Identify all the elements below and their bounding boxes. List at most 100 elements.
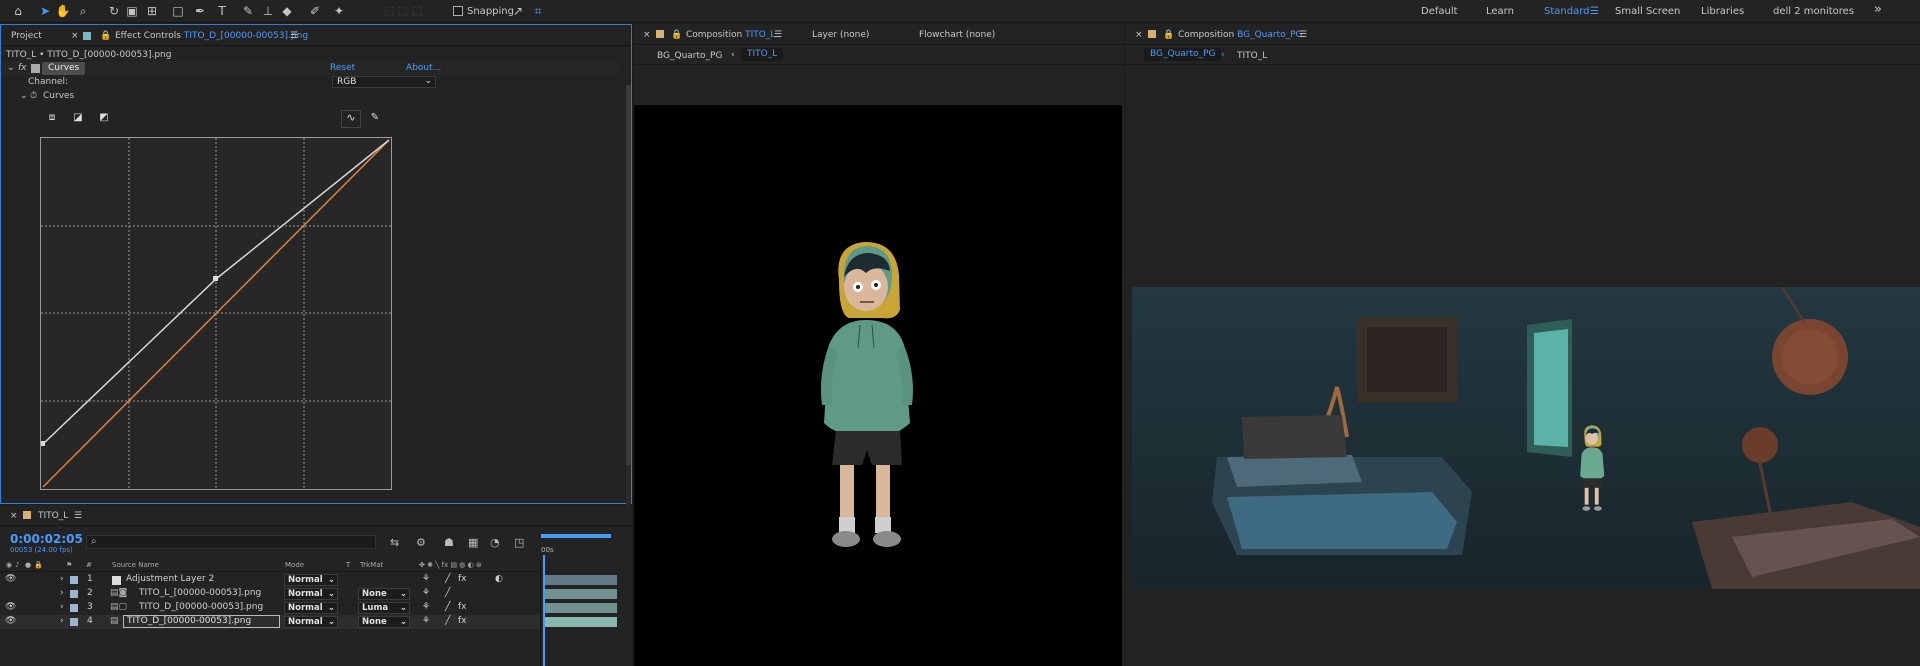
snapping-checkbox[interactable] bbox=[453, 6, 463, 16]
audio-icon[interactable]: ♪ bbox=[15, 561, 19, 569]
tab-effect-controls[interactable]: Effect Controls TITO_D_[00000-00053].png bbox=[115, 31, 308, 41]
layer-row[interactable]: 👁 › 1 Adjustment Layer 2 Normal ⌄ ⚘ ╱ fx … bbox=[0, 573, 617, 587]
clone-stamp-icon[interactable]: ⊥ bbox=[260, 3, 276, 19]
draft-3d-icon[interactable]: ⚙ bbox=[416, 536, 426, 549]
pen-icon[interactable]: ✒ bbox=[192, 3, 208, 19]
tab-layer-none[interactable]: Layer (none) bbox=[812, 30, 869, 40]
puppet-pin-icon[interactable]: ✦ bbox=[331, 3, 347, 19]
breadcrumb-tito-l[interactable]: TITO_L bbox=[1237, 51, 1267, 61]
panel-menu-icon[interactable]: ☰ bbox=[774, 30, 782, 40]
col-source-name[interactable]: Source Name bbox=[112, 561, 159, 569]
about-link[interactable]: About... bbox=[406, 63, 441, 73]
layer-bar[interactable] bbox=[545, 589, 617, 599]
effect-toggle-icon[interactable] bbox=[31, 64, 40, 73]
reset-link[interactable]: Reset bbox=[330, 63, 355, 73]
mode-select[interactable]: Normal ⌄ bbox=[284, 588, 338, 600]
search-input[interactable]: ⌕ bbox=[86, 535, 376, 549]
breadcrumb-bg-quarto[interactable]: BG_Quarto_PG bbox=[657, 51, 722, 61]
tab-flowchart-none[interactable]: Flowchart (none) bbox=[919, 30, 995, 40]
layer-bar[interactable] bbox=[545, 617, 617, 627]
tab-composition-bg[interactable]: Composition BG_Quarto_PG bbox=[1178, 30, 1303, 40]
label-color[interactable] bbox=[70, 576, 78, 584]
label-color[interactable] bbox=[70, 618, 78, 626]
stopwatch-icon[interactable]: ⏱ bbox=[30, 91, 37, 101]
panel-menu-icon[interactable]: ☰ bbox=[1299, 30, 1307, 40]
label-color[interactable] bbox=[70, 604, 78, 612]
switch-quality-icon[interactable]: ╱ bbox=[445, 574, 450, 584]
composition-canvas[interactable] bbox=[634, 105, 1122, 666]
snap-target-icon[interactable]: ⌗ bbox=[530, 3, 546, 19]
lock-icon[interactable]: 🔒 bbox=[100, 31, 111, 41]
label-icon[interactable]: ⚑ bbox=[66, 561, 72, 569]
close-icon[interactable]: × bbox=[643, 30, 651, 40]
visibility-eye-icon[interactable]: 👁 bbox=[5, 602, 16, 612]
type-icon[interactable]: T bbox=[214, 3, 230, 19]
channel-select[interactable]: RGB ⌄ bbox=[332, 76, 436, 88]
curve-size-large-icon[interactable]: ◩ bbox=[97, 112, 111, 126]
eye-icon[interactable]: ◉ bbox=[6, 561, 12, 569]
workspaces-more-icon[interactable]: » bbox=[1874, 2, 1882, 17]
hand-icon[interactable]: ✋ bbox=[55, 3, 71, 19]
col-mode[interactable]: Mode bbox=[285, 561, 304, 569]
expand-chevron-icon[interactable]: › bbox=[60, 574, 64, 584]
visibility-eye-icon[interactable]: 👁 bbox=[5, 574, 16, 584]
lock-icon[interactable]: 🔒 bbox=[34, 561, 43, 569]
expand-chevron-icon[interactable]: ⌄ bbox=[20, 91, 28, 101]
home-icon[interactable]: ⌂ bbox=[10, 3, 26, 19]
workspace-default[interactable]: Default bbox=[1421, 6, 1458, 17]
tab-timeline-tito-l[interactable]: TITO_L bbox=[38, 511, 68, 521]
layer-row-selected[interactable]: 👁 › 4 ▤ TITO_D_[00000-00053].png Normal ⌄… bbox=[0, 615, 617, 629]
workspace-small-screen[interactable]: Small Screen bbox=[1615, 6, 1680, 17]
camera-icon[interactable]: ▣ bbox=[124, 3, 140, 19]
selection-arrow-icon[interactable]: ➤ bbox=[37, 3, 53, 19]
lock-icon[interactable]: 🔒 bbox=[671, 30, 682, 40]
layer-name[interactable]: TITO_D_[00000-00053].png bbox=[139, 602, 263, 612]
comp-mini-flowchart-icon[interactable]: ⇆ bbox=[390, 536, 399, 549]
layer-bar[interactable] bbox=[545, 603, 617, 613]
breadcrumb-tito-l[interactable]: TITO_L bbox=[741, 48, 784, 61]
close-icon[interactable]: × bbox=[1135, 30, 1143, 40]
effect-name[interactable]: Curves bbox=[42, 62, 86, 75]
panel-menu-icon[interactable]: ☰ bbox=[290, 31, 298, 41]
fx-icon[interactable]: fx bbox=[18, 63, 27, 73]
switch-quality-icon[interactable]: ╱ bbox=[445, 616, 450, 626]
zoom-icon[interactable]: ⌕ bbox=[75, 3, 91, 19]
switch-fx-icon[interactable]: fx bbox=[458, 574, 467, 584]
visibility-eye-icon[interactable]: 👁 bbox=[5, 616, 16, 626]
curve-size-medium-icon[interactable]: ◪ bbox=[71, 112, 85, 126]
switch-quality-icon[interactable]: ╱ bbox=[445, 588, 450, 598]
curve-size-small-icon[interactable]: ⧈ bbox=[45, 112, 59, 126]
trkmat-select[interactable]: None ⌄ bbox=[358, 588, 410, 600]
layer-name[interactable]: TITO_L_[00000-00053].png bbox=[139, 588, 261, 598]
expand-chevron-icon[interactable]: ⌄ bbox=[7, 63, 15, 73]
switch-shy-icon[interactable]: ⚘ bbox=[422, 602, 430, 612]
current-timecode[interactable]: 0:00:02:05 bbox=[10, 532, 83, 546]
mode-select[interactable]: Normal ⌄ bbox=[284, 574, 338, 586]
shy-layers-icon[interactable]: ☗ bbox=[444, 536, 454, 549]
graph-editor-icon[interactable]: ◳ bbox=[514, 536, 524, 549]
workspace-libraries[interactable]: Libraries bbox=[1701, 6, 1744, 17]
workspace-menu-icon[interactable]: ☰ bbox=[1590, 6, 1599, 17]
expand-chevron-icon[interactable]: › bbox=[60, 602, 64, 612]
layer-bar[interactable] bbox=[545, 575, 617, 585]
scrollbar[interactable] bbox=[626, 85, 631, 505]
switch-shy-icon[interactable]: ⚘ bbox=[422, 574, 430, 584]
close-icon[interactable]: × bbox=[10, 511, 18, 521]
snap-options-icon[interactable]: ↗ bbox=[510, 3, 526, 19]
label-color[interactable] bbox=[70, 590, 78, 598]
mode-select[interactable]: Normal ⌄ bbox=[284, 602, 338, 614]
curves-graph[interactable] bbox=[40, 137, 392, 490]
rectangle-icon[interactable]: □ bbox=[170, 3, 186, 19]
adjustment-switch-icon[interactable]: ◐ bbox=[495, 574, 503, 584]
breadcrumb-bg-quarto[interactable]: BG_Quarto_PG bbox=[1144, 48, 1222, 61]
pan-behind-icon[interactable]: ⊞ bbox=[144, 3, 160, 19]
brush-icon[interactable]: ✎ bbox=[240, 3, 256, 19]
lock-icon[interactable]: 🔒 bbox=[1163, 30, 1174, 40]
layer-row[interactable]: › 2 ▤◙ TITO_L_[00000-00053].png Normal ⌄ … bbox=[0, 587, 617, 601]
col-trkmat[interactable]: TrkMat bbox=[360, 561, 383, 569]
pencil-curve-tool-icon[interactable]: ✎ bbox=[368, 112, 382, 126]
close-icon[interactable]: × bbox=[71, 31, 79, 41]
expand-chevron-icon[interactable]: › bbox=[60, 616, 64, 626]
workspace-learn[interactable]: Learn bbox=[1486, 6, 1514, 17]
motion-blur-icon[interactable]: ◔ bbox=[490, 536, 500, 549]
